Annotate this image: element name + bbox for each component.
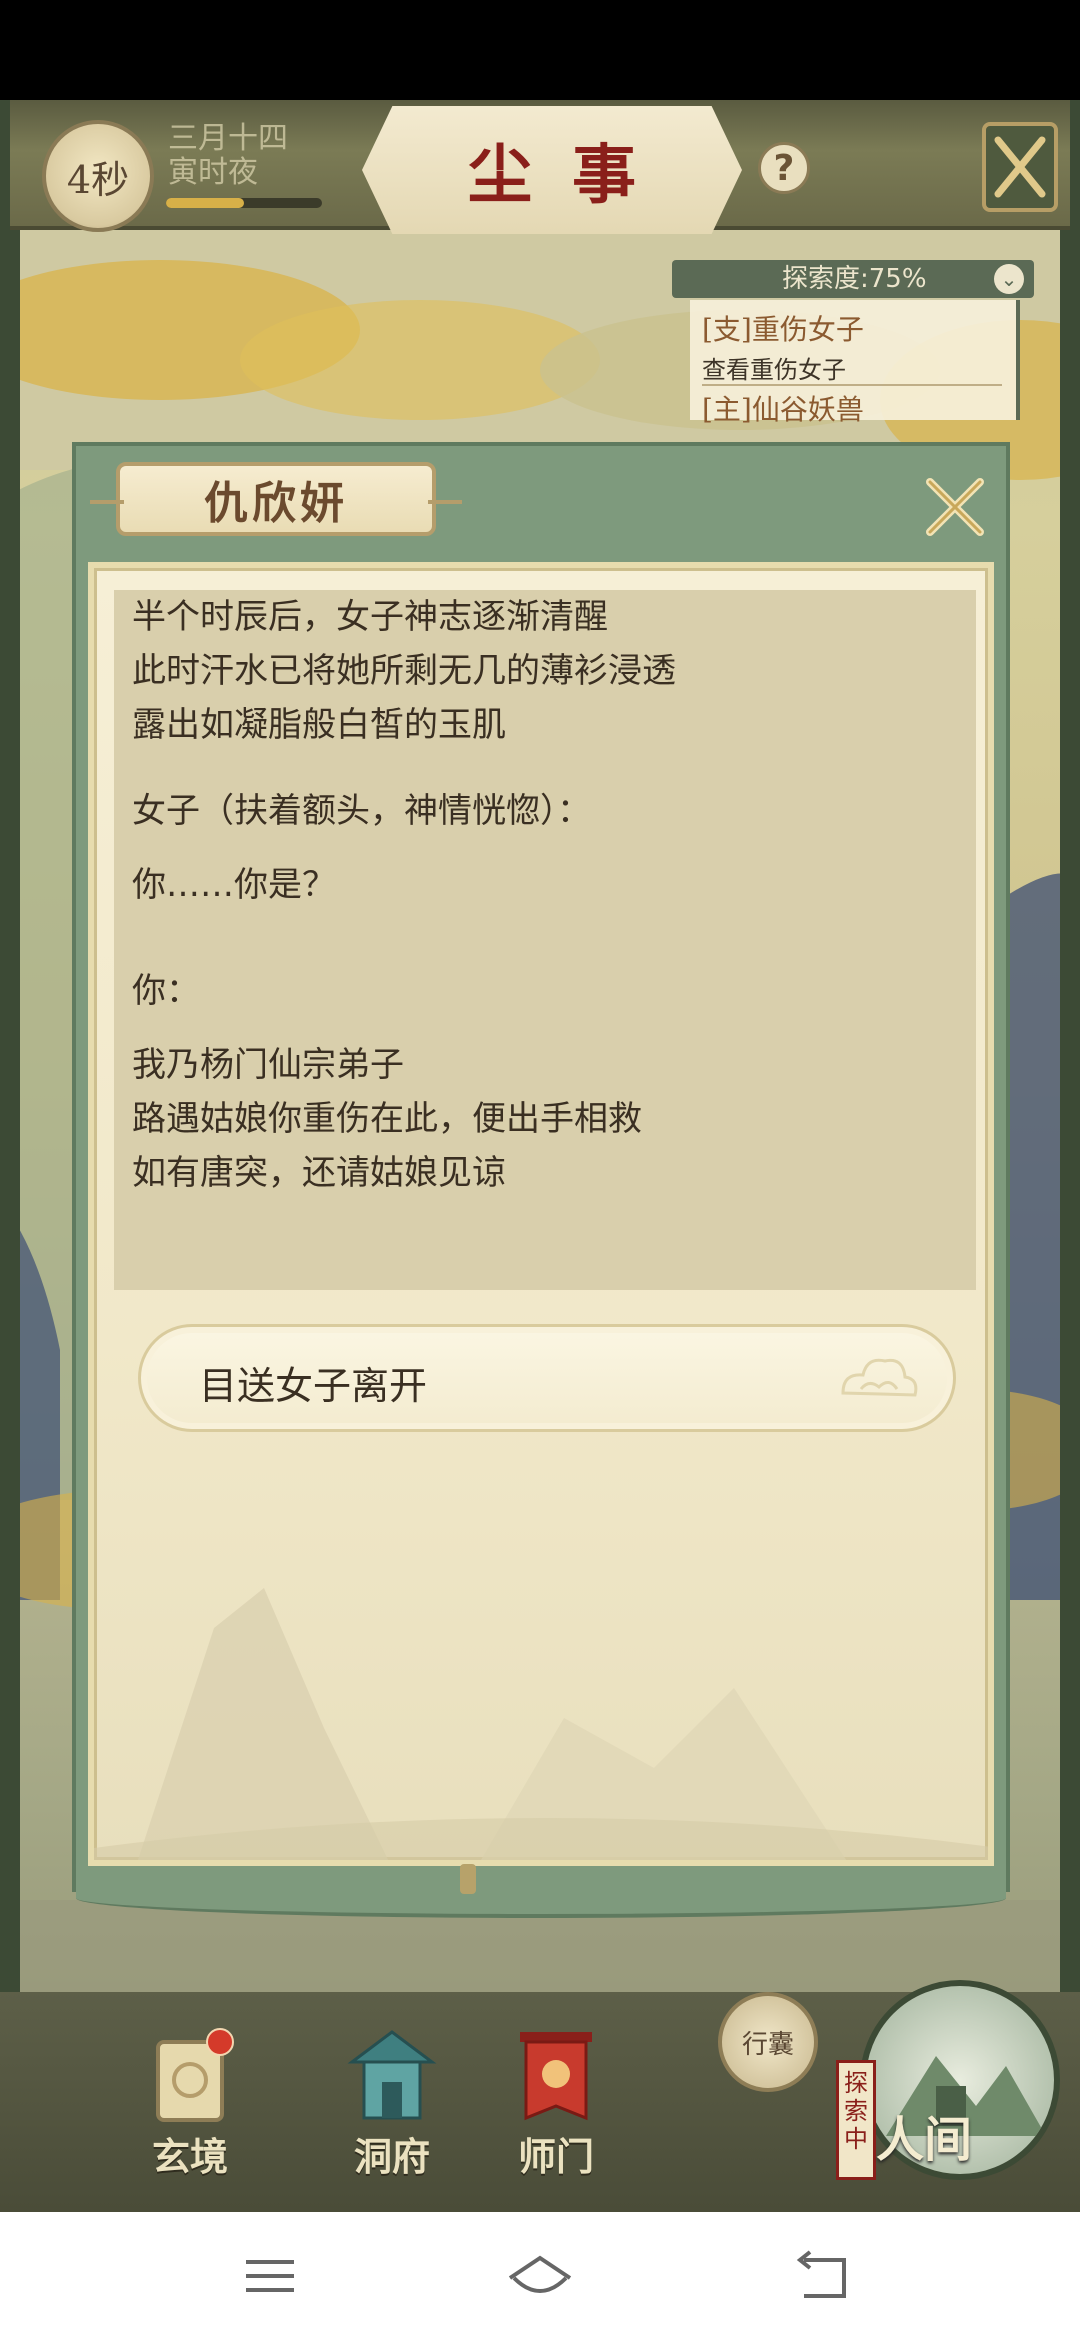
explore-panel: 探索度:75% ⌄ [支]重伤女子 查看重伤女子 [主]仙谷妖兽 bbox=[672, 260, 1034, 426]
notification-dot bbox=[206, 2028, 234, 2056]
story-line: 露出如凝脂般白皙的玉肌 bbox=[132, 705, 506, 745]
story-dialog: 仇欣妍 半个时辰后，女子神志逐渐清醒 此时汗水已将她所剩无几的薄衫浸透 露出如凝… bbox=[72, 442, 1010, 1918]
explore-progress[interactable]: 探索度:75% ⌄ bbox=[672, 260, 1034, 298]
nav-label: 师门 bbox=[517, 2134, 594, 2179]
story-line: 女子（扶着额头，神情恍惚）： bbox=[132, 791, 591, 831]
story-line: 你： bbox=[132, 971, 200, 1011]
system-nav-bar bbox=[0, 2212, 1080, 2340]
exit-button[interactable] bbox=[982, 122, 1058, 212]
story-paragraph: 女子（扶着额头，神情恍惚）： bbox=[132, 784, 591, 838]
game-date: 三月十四 寅时夜 bbox=[168, 122, 288, 190]
quest-list: [支]重伤女子 查看重伤女子 [主]仙谷妖兽 bbox=[690, 300, 1020, 426]
date-label: 三月十四 bbox=[168, 121, 288, 156]
menu-icon[interactable] bbox=[230, 2248, 310, 2304]
choice-button[interactable]: 目送女子离开 bbox=[138, 1324, 956, 1432]
explore-progress-label: 探索度:75% bbox=[782, 264, 927, 294]
page-title-plate: 尘事 bbox=[362, 106, 742, 234]
quest-subtitle: 查看重伤女子 bbox=[702, 356, 846, 384]
speaker-name-plate: 仇欣妍 bbox=[90, 462, 462, 536]
top-header: 4秒 三月十四 寅时夜 尘事 ? bbox=[10, 100, 1070, 234]
nav-item-xuanjing[interactable]: 玄境 bbox=[120, 2022, 260, 2192]
nav-item-shimen[interactable]: 师门 bbox=[486, 2022, 626, 2192]
home-icon[interactable] bbox=[500, 2248, 580, 2304]
nav-item-dongfu[interactable]: 洞府 bbox=[322, 2022, 462, 2192]
countdown-timer: 4秒 bbox=[42, 120, 154, 232]
time-progress-fill bbox=[166, 198, 244, 208]
choice-label: 目送女子离开 bbox=[199, 1364, 428, 1408]
close-icon[interactable] bbox=[920, 472, 990, 542]
nav-label: 玄境 bbox=[151, 2134, 228, 2179]
story-text-panel: 半个时辰后，女子神志逐渐清醒 此时汗水已将她所剩无几的薄衫浸透 露出如凝脂般白皙… bbox=[114, 590, 976, 1290]
story-paragraph: 你……你是？ bbox=[132, 858, 336, 912]
banner-icon bbox=[520, 2032, 592, 2121]
nav-label: 洞府 bbox=[353, 2134, 430, 2179]
help-button[interactable]: ? bbox=[758, 142, 810, 194]
time-of-day-label: 寅时夜 bbox=[168, 155, 258, 190]
story-line: 你……你是？ bbox=[132, 865, 336, 905]
story-line: 如有唐突，还请姑娘见谅 bbox=[132, 1153, 506, 1193]
exploring-tag: 探索中 bbox=[836, 2060, 876, 2180]
mountain-decoration bbox=[94, 1588, 988, 1860]
dialog-body: 半个时辰后，女子神志逐渐清醒 此时汗水已将她所剩无几的薄衫浸透 露出如凝脂般白皙… bbox=[88, 562, 994, 1866]
page-title: 尘事 bbox=[468, 138, 676, 213]
crossed-swords-icon bbox=[994, 136, 1046, 198]
pavilion-icon bbox=[347, 2030, 437, 2120]
story-line: 此时汗水已将她所剩无几的薄衫浸透 bbox=[132, 651, 676, 691]
story-line: 路遇姑娘你重伤在此，便出手相救 bbox=[132, 1099, 642, 1139]
status-bar bbox=[0, 0, 1080, 100]
back-icon[interactable] bbox=[780, 2248, 860, 2304]
story-line: 半个时辰后，女子神志逐渐清醒 bbox=[132, 597, 608, 637]
scroll-handle[interactable] bbox=[460, 1864, 476, 1894]
chevron-down-icon[interactable]: ⌄ bbox=[994, 264, 1024, 294]
world-label: 人间 bbox=[876, 2112, 973, 2168]
story-paragraph: 你： bbox=[132, 964, 200, 1018]
game-screen: 4秒 三月十四 寅时夜 尘事 ? 探索度:75% ⌄ [支]重伤女子 查看重伤女… bbox=[0, 100, 1080, 2212]
story-line: 我乃杨门仙宗弟子 bbox=[132, 1045, 404, 1085]
quest-title[interactable]: [支]重伤女子 bbox=[702, 308, 864, 348]
bag-button[interactable]: 行囊 bbox=[718, 1992, 818, 2092]
story-paragraph: 半个时辰后，女子神志逐渐清醒 此时汗水已将她所剩无几的薄衫浸透 露出如凝脂般白皙… bbox=[132, 590, 676, 752]
cloud-icon bbox=[841, 1358, 918, 1397]
quest-divider bbox=[702, 384, 1002, 386]
speaker-name: 仇欣妍 bbox=[204, 478, 348, 529]
quest-title[interactable]: [主]仙谷妖兽 bbox=[702, 388, 864, 428]
story-paragraph: 我乃杨门仙宗弟子 路遇姑娘你重伤在此，便出手相救 如有唐突，还请姑娘见谅 bbox=[132, 1038, 642, 1200]
time-progress-bar bbox=[166, 198, 322, 208]
